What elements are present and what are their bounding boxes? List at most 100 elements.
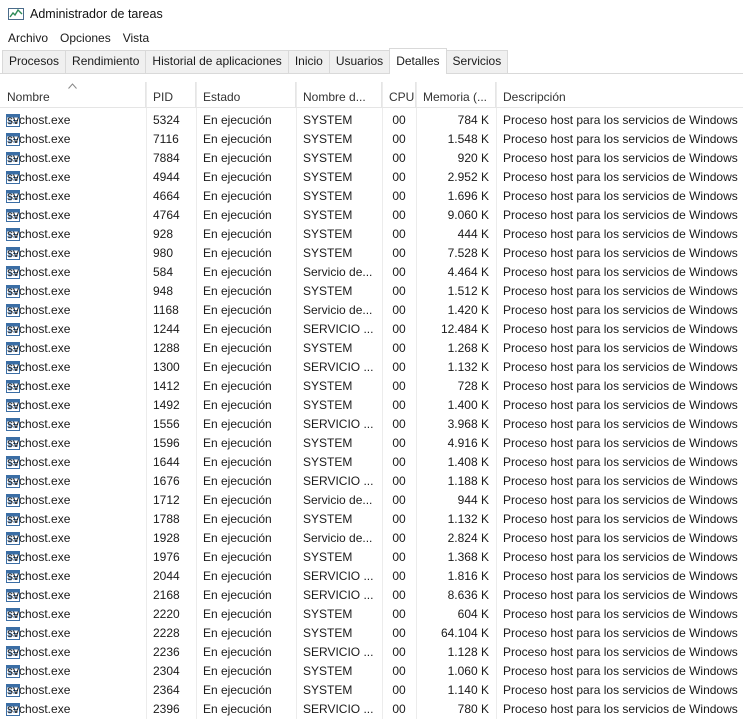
process-pid: 4944 bbox=[153, 170, 180, 184]
tab-historial-aplicaciones[interactable]: Historial de aplicaciones bbox=[145, 50, 289, 73]
column-header-pid[interactable]: PID bbox=[146, 82, 196, 108]
process-cpu: 00 bbox=[392, 512, 406, 526]
table-row[interactable]: svchost.exe 2220 En ejecución SYSTEM 00 604 K… bbox=[0, 605, 743, 624]
column-header-estado[interactable]: Estado bbox=[196, 82, 296, 108]
table-row[interactable]: svchost.exe 2364 En ejecución SYSTEM 00 1.140… bbox=[0, 681, 743, 700]
process-user: SERVICIO ... bbox=[303, 702, 374, 716]
process-user: SYSTEM bbox=[303, 170, 353, 184]
tab-rendimiento[interactable]: Rendimiento bbox=[65, 50, 147, 73]
process-user: SYSTEM bbox=[303, 208, 353, 222]
table-row[interactable]: svchost.exe 1556 En ejecución SERVICIO ... 0… bbox=[0, 415, 743, 434]
menu-vista[interactable]: Vista bbox=[117, 28, 155, 48]
process-memory: 1.408 K bbox=[447, 455, 489, 469]
process-user: SYSTEM bbox=[303, 455, 353, 469]
process-description: Proceso host para los servicios de Windo… bbox=[503, 132, 738, 146]
table-row[interactable]: svchost.exe 584 En ejecución Servicio de...… bbox=[0, 263, 743, 282]
table-row[interactable]: svchost.exe 980 En ejecución SYSTEM 00 7.528 … bbox=[0, 244, 743, 263]
tab-detalles[interactable]: Detalles bbox=[389, 48, 447, 74]
process-memory: 4.464 K bbox=[447, 265, 489, 279]
process-cpu: 00 bbox=[392, 569, 406, 583]
table-row[interactable]: svchost.exe 1596 En ejecución SYSTEM 00 4.916… bbox=[0, 434, 743, 453]
table-row[interactable]: svchost.exe 4944 En ejecución SYSTEM 00 2.952… bbox=[0, 168, 743, 187]
process-user: SERVICIO ... bbox=[303, 322, 374, 336]
process-cpu: 00 bbox=[392, 683, 406, 697]
process-name: svchost.exe bbox=[7, 683, 71, 697]
process-status: En ejecución bbox=[203, 512, 272, 526]
column-header-memoria[interactable]: Memoria (... bbox=[416, 82, 496, 108]
table-row[interactable]: svchost.exe 1788 En ejecución SYSTEM 00 1.132… bbox=[0, 510, 743, 529]
process-cpu: 00 bbox=[392, 208, 406, 222]
process-cpu: 00 bbox=[392, 550, 406, 564]
table-row[interactable]: svchost.exe 1244 En ejecución SERVICIO ... 0… bbox=[0, 320, 743, 339]
menu-archivo[interactable]: Archivo bbox=[2, 28, 54, 48]
table-row[interactable]: svchost.exe 1644 En ejecución SYSTEM 00 1.408… bbox=[0, 453, 743, 472]
table-row[interactable]: svchost.exe 7884 En ejecución SYSTEM 00 920 K… bbox=[0, 149, 743, 168]
process-description: Proceso host para los servicios de Windo… bbox=[503, 531, 738, 545]
process-status: En ejecución bbox=[203, 132, 272, 146]
table-row[interactable]: svchost.exe 7116 En ejecución SYSTEM 00 1.548… bbox=[0, 130, 743, 149]
process-user: SYSTEM bbox=[303, 683, 353, 697]
process-name: svchost.exe bbox=[7, 189, 71, 203]
process-status: En ejecución bbox=[203, 265, 272, 279]
table-row[interactable]: svchost.exe 2168 En ejecución SERVICIO ... 0… bbox=[0, 586, 743, 605]
table-row[interactable]: svchost.exe 1676 En ejecución SERVICIO ... 0… bbox=[0, 472, 743, 491]
process-pid: 980 bbox=[153, 246, 174, 260]
process-description: Proceso host para los servicios de Windo… bbox=[503, 113, 738, 127]
process-cpu: 00 bbox=[392, 664, 406, 678]
process-cpu: 00 bbox=[392, 531, 406, 545]
tab-procesos[interactable]: Procesos bbox=[2, 50, 67, 73]
process-memory: 7.528 K bbox=[447, 246, 489, 260]
process-description: Proceso host para los servicios de Windo… bbox=[503, 303, 738, 317]
table-row[interactable]: svchost.exe 1300 En ejecución SERVICIO ... 0… bbox=[0, 358, 743, 377]
process-cpu: 00 bbox=[392, 303, 406, 317]
table-row[interactable]: svchost.exe 2236 En ejecución SERVICIO ... 0… bbox=[0, 643, 743, 662]
process-description: Proceso host para los servicios de Windo… bbox=[503, 436, 738, 450]
column-header-cpu[interactable]: CPU bbox=[382, 82, 416, 108]
process-description: Proceso host para los servicios de Windo… bbox=[503, 664, 738, 678]
process-name: svchost.exe bbox=[7, 436, 71, 450]
column-header-usuario[interactable]: Nombre d... bbox=[296, 82, 382, 108]
table-row[interactable]: svchost.exe 928 En ejecución SYSTEM 00 444 K P… bbox=[0, 225, 743, 244]
process-status: En ejecución bbox=[203, 398, 272, 412]
process-cpu: 00 bbox=[392, 360, 406, 374]
process-user: SYSTEM bbox=[303, 227, 353, 241]
table-row[interactable]: svchost.exe 948 En ejecución SYSTEM 00 1.512 … bbox=[0, 282, 743, 301]
column-header-nombre[interactable]: Nombre bbox=[0, 82, 146, 108]
table-row[interactable]: svchost.exe 1712 En ejecución Servicio de..… bbox=[0, 491, 743, 510]
process-memory: 444 K bbox=[457, 227, 489, 241]
process-pid: 7116 bbox=[153, 132, 179, 146]
process-pid: 1168 bbox=[153, 303, 179, 317]
process-name: svchost.exe bbox=[7, 398, 71, 412]
process-user: SYSTEM bbox=[303, 398, 353, 412]
process-user: SERVICIO ... bbox=[303, 569, 374, 583]
table-header: Nombre PID Estado Nombre d... CPU Memori… bbox=[0, 82, 743, 108]
table-row[interactable]: svchost.exe 4764 En ejecución SYSTEM 00 9.060… bbox=[0, 206, 743, 225]
menu-opciones[interactable]: Opciones bbox=[54, 28, 117, 48]
table-row[interactable]: svchost.exe 2044 En ejecución SERVICIO ... 0… bbox=[0, 567, 743, 586]
tab-servicios[interactable]: Servicios bbox=[445, 50, 509, 73]
table-row[interactable]: svchost.exe 1928 En ejecución Servicio de..… bbox=[0, 529, 743, 548]
process-memory: 604 K bbox=[457, 607, 489, 621]
tab-inicio[interactable]: Inicio bbox=[287, 50, 330, 73]
table-row[interactable]: svchost.exe 1976 En ejecución SYSTEM 00 1.368… bbox=[0, 548, 743, 567]
table-row[interactable]: svchost.exe 1288 En ejecución SYSTEM 00 1.268… bbox=[0, 339, 743, 358]
process-description: Proceso host para los servicios de Windo… bbox=[503, 189, 738, 203]
process-status: En ejecución bbox=[203, 550, 272, 564]
table-row[interactable]: svchost.exe 2396 En ejecución SERVICIO ... 0… bbox=[0, 700, 743, 719]
process-status: En ejecución bbox=[203, 436, 272, 450]
process-name: svchost.exe bbox=[7, 588, 71, 602]
table-row[interactable]: svchost.exe 4664 En ejecución SYSTEM 00 1.696… bbox=[0, 187, 743, 206]
process-pid: 1244 bbox=[153, 322, 180, 336]
title-bar: Administrador de tareas bbox=[0, 0, 743, 27]
table-row[interactable]: svchost.exe 2304 En ejecución SYSTEM 00 1.060… bbox=[0, 662, 743, 681]
process-status: En ejecución bbox=[203, 607, 272, 621]
table-row[interactable]: svchost.exe 1168 En ejecución Servicio de..… bbox=[0, 301, 743, 320]
column-header-descripcion[interactable]: Descripción bbox=[496, 82, 743, 108]
table-row[interactable]: svchost.exe 1492 En ejecución SYSTEM 00 1.400… bbox=[0, 396, 743, 415]
process-pid: 1288 bbox=[153, 341, 180, 355]
tab-usuarios[interactable]: Usuarios bbox=[328, 50, 391, 73]
process-pid: 2044 bbox=[153, 569, 180, 583]
table-row[interactable]: svchost.exe 5324 En ejecución SYSTEM 00 784 K… bbox=[0, 111, 743, 130]
table-row[interactable]: svchost.exe 1412 En ejecución SYSTEM 00 728 K… bbox=[0, 377, 743, 396]
table-row[interactable]: svchost.exe 2228 En ejecución SYSTEM 00 64.10… bbox=[0, 624, 743, 643]
